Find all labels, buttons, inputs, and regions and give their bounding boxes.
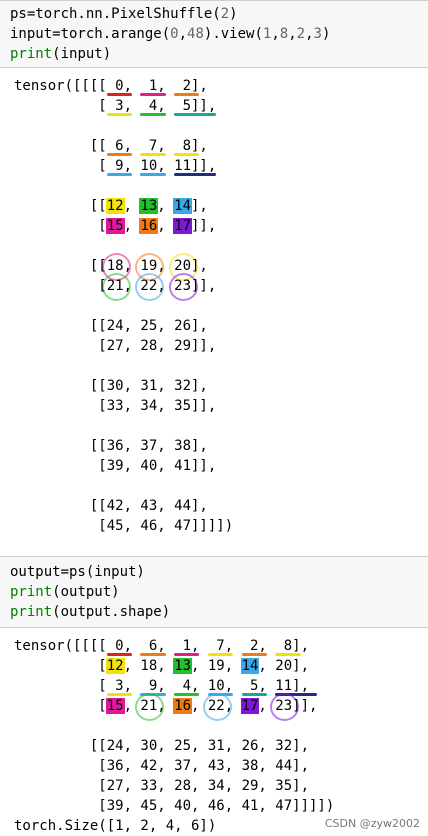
code-line-2: input=torch.arange(0,48).view(1,8,2,3) (10, 26, 331, 42)
output-line: [[24, 30, 25, 31, 26, 32], (14, 738, 310, 754)
code-line-5: print(output) (10, 584, 120, 600)
output-line: [[30, 31, 32], (14, 378, 208, 394)
output-line: [39, 40, 41]], (14, 458, 217, 474)
output-line: [33, 34, 35]], (14, 398, 217, 414)
code-cell-1[interactable]: ps=torch.nn.PixelShuffle(2) input=torch.… (0, 0, 428, 68)
output-line: tensor([[[[ 0, 6, 1, 7, 2, 8], (14, 638, 310, 654)
output-area-1: tensor([[[[ 0, 1, 2], [ 3, 4, 5]], [[ 6,… (0, 76, 428, 536)
watermark: CSDN @zyw2002 (324, 817, 420, 830)
output-line: [36, 42, 37, 43, 38, 44], (14, 758, 310, 774)
output-line: [ 3, 4, 5]], (14, 98, 217, 114)
output-line: [21, 22, 23]], (14, 278, 217, 294)
output-line: [[12, 13, 14], (14, 198, 208, 214)
output-line: [ 3, 9, 4, 10, 5, 11], (14, 678, 310, 694)
output-line: torch.Size([1, 2, 4, 6]) (14, 818, 217, 834)
output-line: [39, 45, 40, 46, 41, 47]]]]) (14, 798, 335, 814)
output-line: [27, 28, 29]], (14, 338, 217, 354)
output-line: [15, 21, 16, 22, 17, 23]], (14, 698, 318, 714)
output-area-2: tensor([[[[ 0, 6, 1, 7, 2, 8], [12, 18, … (0, 636, 428, 836)
output-line: [45, 46, 47]]]]) (14, 518, 234, 534)
code-line-3: print(input) (10, 46, 112, 62)
output-line: [[ 6, 7, 8], (14, 138, 208, 154)
output-line: [[24, 25, 26], (14, 318, 208, 334)
output-line: [15, 16, 17]], (14, 218, 217, 234)
code-line-4: output=ps(input) (10, 564, 145, 580)
output-line: [ 9, 10, 11]], (14, 158, 217, 174)
output-line: [[36, 37, 38], (14, 438, 208, 454)
output-line: [12, 18, 13, 19, 14, 20], (14, 658, 310, 674)
output-line: [[18, 19, 20], (14, 258, 208, 274)
code-line-1: ps=torch.nn.PixelShuffle(2) (10, 6, 238, 22)
output-line: [[42, 43, 44], (14, 498, 208, 514)
code-line-6: print(output.shape) (10, 604, 171, 620)
code-cell-2[interactable]: output=ps(input) print(output) print(out… (0, 556, 428, 628)
output-line: tensor([[[[ 0, 1, 2], (14, 78, 208, 94)
output-line: [27, 33, 28, 34, 29, 35], (14, 778, 310, 794)
